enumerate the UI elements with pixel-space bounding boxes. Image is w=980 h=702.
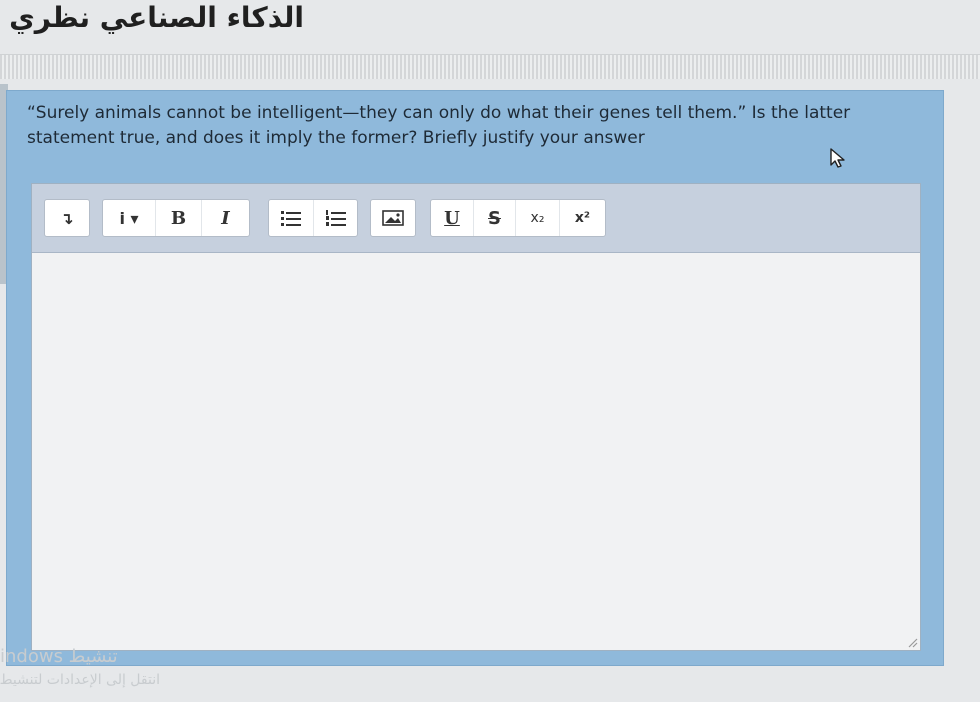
subscript-icon: x₂ [530, 210, 545, 226]
info-dropdown-label: i ▾ [119, 208, 139, 228]
page-title: الذكاء الصناعي نظري [9, 1, 304, 34]
bullet-list-button[interactable] [269, 200, 313, 236]
toolbar-group-media [370, 199, 416, 237]
answer-text-area[interactable] [32, 253, 920, 650]
expand-icon: ↴ [60, 208, 74, 228]
question-text: “Surely animals cannot be intelligent—th… [27, 103, 851, 148]
underline-icon: U [444, 207, 460, 229]
paragraph-format-button[interactable]: i ▾ [103, 200, 155, 236]
activation-watermark-title: indows تنشيط [0, 646, 118, 666]
bullet-list-icon [281, 211, 301, 226]
toolbar-group-expand: ↴ [44, 199, 90, 237]
bold-button[interactable]: B [155, 200, 201, 236]
toolbar-group-lists [268, 199, 358, 237]
editor-toolbar: ↴ i ▾ B I U S x₂ x² [32, 184, 920, 253]
header-divider [0, 54, 980, 79]
underline-button[interactable]: U [431, 200, 473, 236]
toolbar-group-text-style: U S x₂ x² [430, 199, 606, 237]
bold-icon: B [170, 207, 187, 229]
question-panel: “Surely animals cannot be intelligent—th… [6, 90, 944, 666]
resize-handle-icon[interactable] [906, 636, 918, 648]
strikethrough-icon: S [488, 207, 501, 229]
answer-editor: ↴ i ▾ B I U S x₂ x² [31, 183, 921, 651]
mouse-cursor-icon [830, 148, 845, 168]
strikethrough-button[interactable]: S [473, 200, 515, 236]
italic-icon: I [221, 207, 230, 229]
image-icon [382, 210, 404, 226]
superscript-icon: x² [574, 210, 591, 226]
toolbar-group-format: i ▾ B I [102, 199, 250, 237]
activation-watermark-subtitle: انتقل إلى الإعدادات لتنشيط [0, 672, 160, 688]
subscript-button[interactable]: x₂ [515, 200, 559, 236]
numbered-list-icon [325, 210, 346, 226]
italic-button[interactable]: I [201, 200, 249, 236]
superscript-button[interactable]: x² [559, 200, 605, 236]
insert-image-button[interactable] [371, 200, 415, 236]
expand-toolbar-button[interactable]: ↴ [45, 200, 89, 236]
numbered-list-button[interactable] [313, 200, 357, 236]
